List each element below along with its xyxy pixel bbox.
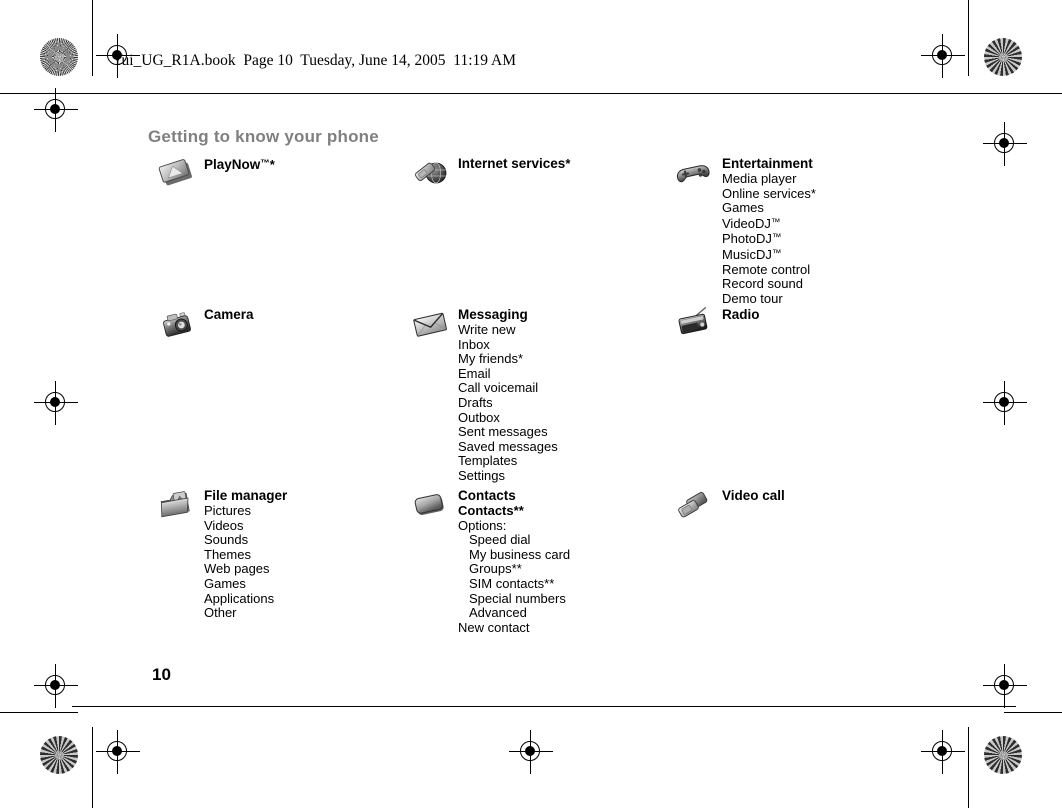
registration-mark-top-right: [921, 34, 965, 78]
menu-sub-item[interactable]: Drafts: [458, 395, 558, 411]
menu-sub-item[interactable]: Pictures: [204, 503, 287, 519]
menu-sub-item[interactable]: Saved messages: [458, 439, 558, 455]
menu-sub-item[interactable]: SIM contacts**: [458, 576, 570, 592]
menu-sub-item[interactable]: New contact: [458, 620, 570, 636]
crop-line-vertical-right: [968, 0, 970, 76]
menu-sub-item[interactable]: Other: [204, 606, 287, 621]
menu-sub-item[interactable]: Videos: [204, 518, 287, 534]
internet-services-icon: [412, 155, 450, 189]
menu-entry-internet-services[interactable]: Internet services*: [412, 155, 571, 184]
menu-sub-item[interactable]: Settings: [458, 468, 558, 484]
menu-sub-item[interactable]: Games: [722, 201, 816, 216]
registration-mark-right-lower: [983, 664, 1027, 708]
registration-mark-bottom-center: [509, 730, 553, 774]
menu-sub-item[interactable]: Groups**: [458, 562, 570, 577]
screen-angle-star-top-left: [40, 38, 78, 76]
page-title: Getting to know your phone: [148, 127, 379, 147]
menu-sub-item[interactable]: Outbox: [458, 410, 558, 426]
menu-entry-title: File manager: [204, 488, 288, 503]
crop-line-vertical-right-lower: [968, 727, 970, 808]
folder-icon: [158, 487, 196, 521]
menu-sub-item[interactable]: Web pages: [204, 562, 287, 577]
crop-line-vertical-left: [92, 0, 94, 76]
menu-entry-messaging[interactable]: Messaging Write new Inbox My friends* Em…: [412, 306, 558, 484]
menu-entry-radio[interactable]: Radio: [676, 306, 760, 335]
menu-sub-item[interactable]: Record sound: [722, 277, 816, 292]
book-header-line: Yui_UG_R1A.book Page 10 Tuesday, June 14…: [112, 52, 517, 69]
menu-sub-item[interactable]: Contacts**: [458, 503, 570, 519]
menu-entry-title: Entertainment: [722, 156, 813, 171]
registration-mark-bottom-right: [921, 730, 965, 774]
contacts-icon: [412, 487, 450, 521]
menu-entry-playnow[interactable]: PlayNow™*: [158, 155, 275, 186]
menu-entry-title: Camera: [204, 307, 254, 322]
playnow-icon: [158, 155, 196, 189]
registration-mark-left-upper: [34, 88, 78, 132]
menu-sub-item[interactable]: Games: [204, 576, 287, 592]
registration-mark-right-upper: [983, 122, 1027, 166]
menu-entry-file-manager[interactable]: File manager Pictures Videos Sounds Them…: [158, 487, 287, 621]
menu-entry-title: Radio: [722, 307, 760, 322]
menu-sub-item: Options:: [458, 517, 507, 533]
screen-angle-star-bottom-left: [40, 736, 78, 774]
menu-sub-item[interactable]: Speed dial: [458, 533, 570, 548]
menu-entry-video-call[interactable]: Video call: [676, 487, 785, 518]
menu-sub-item[interactable]: My business card: [458, 547, 570, 563]
footer-rule: [72, 706, 1016, 708]
crop-line-horizontal-top-left: [0, 93, 78, 95]
registration-mark-left-lower: [34, 664, 78, 708]
menu-sub-item[interactable]: Email: [458, 366, 558, 382]
menu-sub-item[interactable]: Online services*: [722, 186, 816, 202]
registration-mark-right-middle: [983, 381, 1027, 425]
page-number: 10: [152, 665, 171, 684]
crop-line-vertical-left-lower: [92, 727, 94, 808]
video-call-icon: [676, 487, 714, 521]
menu-entry-title: Contacts: [458, 488, 516, 503]
menu-sub-item[interactable]: Themes: [204, 547, 287, 563]
menu-entry-title: Messaging: [458, 307, 528, 322]
registration-mark-bottom-left: [96, 730, 140, 774]
menu-entry-entertainment[interactable]: Entertainment Media player Online servic…: [676, 155, 816, 306]
menu-sub-item[interactable]: Call voicemail: [458, 381, 558, 396]
menu-sub-item[interactable]: Inbox: [458, 337, 558, 353]
gamepad-icon: [676, 155, 714, 189]
screen-angle-star-top-right: [984, 38, 1022, 76]
envelope-icon: [412, 306, 450, 340]
menu-sub-item[interactable]: Write new: [458, 322, 558, 338]
menu-sub-item[interactable]: Applications: [204, 591, 287, 607]
menu-sub-item[interactable]: Sent messages: [458, 425, 558, 440]
menu-sub-item[interactable]: VideoDJ™: [722, 216, 816, 232]
menu-sub-item[interactable]: Remote control: [722, 262, 816, 278]
menu-entry-camera[interactable]: Camera: [158, 306, 254, 337]
menu-sub-item[interactable]: Special numbers: [458, 591, 570, 607]
header-rule: [72, 93, 1016, 95]
screen-angle-star-bottom-right: [984, 736, 1022, 774]
menu-entry-contacts[interactable]: Contacts Contacts** Options: Speed dial …: [412, 487, 570, 635]
radio-icon: [676, 306, 714, 340]
menu-sub-item[interactable]: Advanced: [458, 606, 570, 621]
menu-entry-title: Internet services*: [458, 156, 571, 171]
camera-icon: [158, 306, 196, 340]
registration-mark-left-middle: [34, 381, 78, 425]
menu-sub-item[interactable]: Demo tour: [722, 291, 816, 307]
crop-line-horizontal-bottom-right: [1004, 712, 1062, 714]
menu-entry-title: PlayNow™*: [204, 157, 275, 173]
menu-sub-item[interactable]: MusicDJ™: [722, 247, 816, 263]
menu-sub-item[interactable]: My friends*: [458, 351, 558, 367]
menu-sub-item[interactable]: PhotoDJ™: [722, 231, 816, 247]
crop-line-horizontal-bottom-left: [0, 712, 78, 714]
menu-entry-title: Video call: [722, 488, 785, 503]
menu-sub-item[interactable]: Media player: [722, 171, 816, 187]
menu-sub-item[interactable]: Templates: [458, 454, 558, 469]
menu-sub-item[interactable]: Sounds: [204, 533, 287, 548]
